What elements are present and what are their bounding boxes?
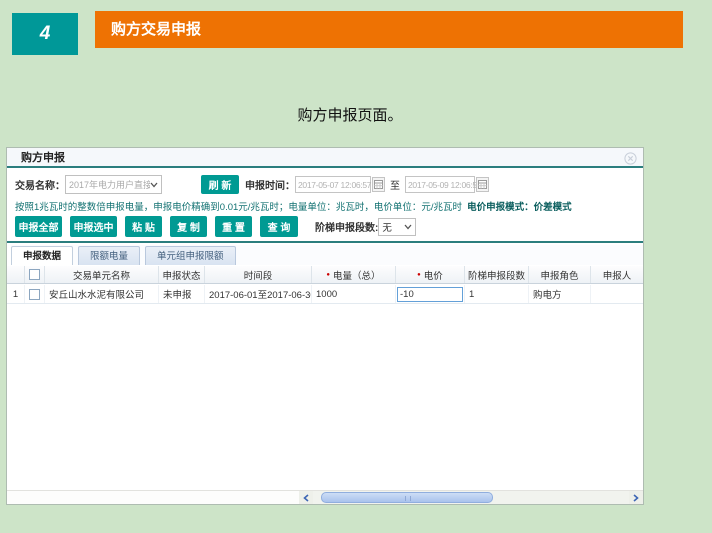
toolbar: 申报全部 申报选中 粘 贴 复 制 重 置 查 询 阶梯申报段数: 无 <box>15 216 416 237</box>
required-marker: ● <box>417 272 421 278</box>
to-label: 至 <box>390 177 400 192</box>
calendar-icon[interactable] <box>372 177 385 192</box>
trade-name-value: 2017年电力用户直接集中交易模拟 <box>69 178 150 191</box>
index-column-header <box>7 266 25 283</box>
scroll-right-icon[interactable] <box>629 491 643 504</box>
query-button[interactable]: 查 询 <box>260 216 298 237</box>
column-header-ladder: 阶梯申报段数 <box>465 266 529 283</box>
table-header: 交易单元名称 申报状态 时间段 ●电量（总） ●电价 阶梯申报段数 申报角色 申… <box>7 266 643 284</box>
time-to-input[interactable]: 2017-05-09 12:06:57 <box>405 176 475 193</box>
reset-button[interactable]: 重 置 <box>215 216 252 237</box>
row-checkbox-cell <box>25 285 45 303</box>
cell-quantity[interactable]: 1000 <box>312 285 396 303</box>
declare-all-button[interactable]: 申报全部 <box>15 216 62 237</box>
row-checkbox[interactable] <box>29 289 40 300</box>
required-marker: ● <box>326 272 330 278</box>
tab-bar: 申报数据 限额电量 单元组申报限额 <box>11 245 643 265</box>
close-icon[interactable] <box>624 152 637 165</box>
cell-unit-name: 安丘山水水泥有限公司 <box>45 285 159 303</box>
separator-line <box>7 241 643 243</box>
column-header-status: 申报状态 <box>159 266 205 283</box>
column-header-agent: 申报人 <box>591 266 643 283</box>
ladder-count-value: 无 <box>382 220 404 234</box>
price-input[interactable] <box>397 287 463 302</box>
column-header-period: 时间段 <box>205 266 312 283</box>
declare-time-label: 申报时间： <box>245 177 295 192</box>
declare-selected-button[interactable]: 申报选中 <box>70 216 117 237</box>
scrollbar-thumb[interactable] <box>321 492 493 503</box>
cell-agent <box>591 285 643 303</box>
chevron-down-icon <box>404 224 412 230</box>
row-index: 1 <box>7 285 25 303</box>
hint-text: 按照1兆瓦时的整数倍申报电量，申报电价精确到0.01元/兆瓦时；电量单位：兆瓦时… <box>15 199 639 213</box>
table-row: 1 安丘山水水泥有限公司 未申报 2017-06-01至2017-06-30 1… <box>7 285 643 304</box>
select-all-cell <box>25 266 45 283</box>
bottom-strip <box>7 490 643 504</box>
column-header-quantity: ●电量（总） <box>312 266 396 283</box>
calendar-icon[interactable] <box>476 177 489 192</box>
search-form-row: 交易名称： 2017年电力用户直接集中交易模拟 刷 新 申报时间： 2017-0… <box>15 175 639 194</box>
horizontal-scrollbar[interactable] <box>299 491 643 504</box>
section-title-bar: 购方交易申报 <box>95 11 683 48</box>
cell-price <box>396 285 465 303</box>
hint-mode: 电价申报模式：价差模式 <box>467 202 572 213</box>
column-header-name: 交易单元名称 <box>45 266 159 283</box>
trade-name-select[interactable]: 2017年电力用户直接集中交易模拟 <box>65 175 162 194</box>
time-from-input[interactable]: 2017-05-07 12:06:57 <box>295 176 371 193</box>
hint-main: 按照1兆瓦时的整数倍申报电量，申报电价精确到0.01元/兆瓦时；电量单位：兆瓦时… <box>15 202 462 213</box>
section-number-badge: 4 <box>12 13 78 55</box>
column-header-price: ●电价 <box>396 266 465 283</box>
cell-status: 未申报 <box>159 285 205 303</box>
column-header-role: 申报角色 <box>529 266 591 283</box>
refresh-button[interactable]: 刷 新 <box>201 175 239 194</box>
panel-title: 购方申报 <box>21 148 65 168</box>
tab-declare-data[interactable]: 申报数据 <box>11 246 73 265</box>
tab-quota-energy[interactable]: 限额电量 <box>78 246 140 265</box>
cell-period: 2017-06-01至2017-06-30 <box>205 285 312 303</box>
ladder-count-label: 阶梯申报段数: <box>315 219 378 234</box>
caption-text: 购方申报页面。 <box>0 104 700 125</box>
cell-ladder: 1 <box>465 285 529 303</box>
declaration-panel: 购方申报 交易名称： 2017年电力用户直接集中交易模拟 刷 新 申报时间： 2… <box>6 147 644 505</box>
trade-name-label: 交易名称： <box>15 177 65 192</box>
panel-titlebar: 购方申报 <box>7 148 643 168</box>
screen: 4 购方交易申报 购方申报页面。 购方申报 交易名称： 2017年电力用户直接集… <box>0 0 712 533</box>
paste-button[interactable]: 粘 贴 <box>125 216 162 237</box>
tab-unit-group-quota[interactable]: 单元组申报限额 <box>145 246 236 265</box>
cell-role: 购电方 <box>529 285 591 303</box>
ladder-count-select[interactable]: 无 <box>378 218 416 236</box>
copy-button[interactable]: 复 制 <box>170 216 207 237</box>
select-all-checkbox[interactable] <box>29 269 40 280</box>
scroll-left-icon[interactable] <box>299 491 313 504</box>
chevron-down-icon <box>150 182 158 188</box>
